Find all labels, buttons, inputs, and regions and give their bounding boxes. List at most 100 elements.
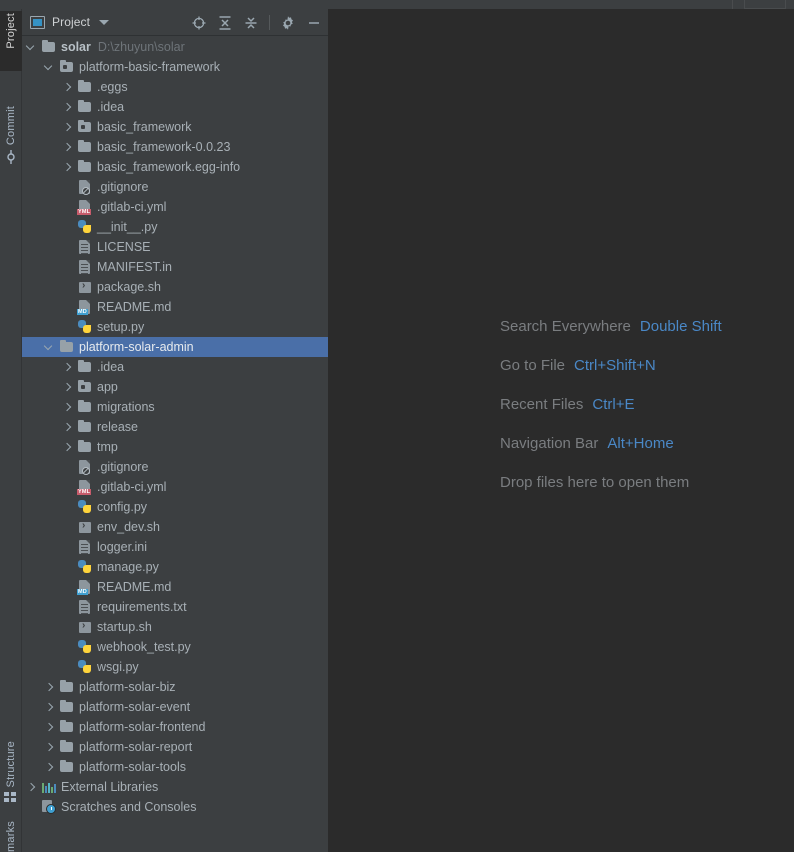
tree-row-label: requirements.txt: [97, 600, 187, 614]
chevron-right-icon[interactable]: [44, 702, 55, 713]
tree-row-label: release: [97, 420, 138, 434]
folder-module-icon: [59, 59, 75, 75]
shell-file-icon: [77, 519, 93, 535]
tree-row[interactable]: env_dev.sh: [22, 517, 328, 537]
yml-file-icon: YML: [77, 479, 93, 495]
tree-row[interactable]: startup.sh: [22, 617, 328, 637]
project-tree[interactable]: solar D:\zhuyun\solar platform-basic-frame…: [22, 36, 328, 852]
tree-row-label: README.md: [97, 300, 172, 314]
shortcut-hint-key[interactable]: Ctrl+E: [592, 396, 634, 413]
tree-row[interactable]: tmp: [22, 437, 328, 457]
sidebar-item-commit[interactable]: Commit: [0, 104, 22, 167]
chevron-right-icon[interactable]: [62, 102, 73, 113]
tree-row[interactable]: basic_framework.egg-info: [22, 157, 328, 177]
tree-row[interactable]: basic_framework-0.0.23: [22, 137, 328, 157]
tree-row[interactable]: package.sh: [22, 277, 328, 297]
commit-icon: [4, 150, 18, 165]
tree-row[interactable]: app: [22, 377, 328, 397]
tree-row[interactable]: YML .gitlab-ci.yml: [22, 477, 328, 497]
chevron-down-icon[interactable]: [99, 19, 110, 25]
tree-row[interactable]: External Libraries: [22, 777, 328, 797]
tree-row[interactable]: platform-solar-tools: [22, 757, 328, 777]
tree-row[interactable]: setup.py: [22, 317, 328, 337]
tree-row[interactable]: YML .gitlab-ci.yml: [22, 197, 328, 217]
tree-row[interactable]: logger.ini: [22, 537, 328, 557]
chevron-right-icon[interactable]: [44, 682, 55, 693]
folder-icon: [77, 99, 93, 115]
shortcut-hint: Drop files here to open them: [500, 463, 722, 502]
tree-row[interactable]: wsgi.py: [22, 657, 328, 677]
tree-row-label: platform-solar-biz: [79, 680, 176, 694]
project-tool-window: Project solar D:\zhuyun\solar platform-b…: [22, 9, 328, 852]
tree-row[interactable]: config.py: [22, 497, 328, 517]
sidebar-item-bookmarks[interactable]: Bookmarks: [0, 819, 22, 852]
shortcut-hint-key[interactable]: Alt+Home: [607, 435, 673, 452]
select-opened-file-icon[interactable]: [191, 15, 207, 31]
tree-row[interactable]: LICENSE: [22, 237, 328, 257]
window-minimize-control[interactable]: [732, 0, 742, 9]
chevron-right-icon[interactable]: [44, 722, 55, 733]
tree-row-label: External Libraries: [61, 780, 159, 794]
tree-row[interactable]: platform-basic-framework: [22, 57, 328, 77]
chevron-right-icon[interactable]: [62, 442, 73, 453]
tree-row[interactable]: requirements.txt: [22, 597, 328, 617]
tree-row[interactable]: platform-solar-frontend: [22, 717, 328, 737]
expand-all-icon[interactable]: [217, 15, 233, 31]
tree-row[interactable]: solar D:\zhuyun\solar: [22, 37, 328, 57]
tree-row[interactable]: platform-solar-event: [22, 697, 328, 717]
tree-row[interactable]: webhook_test.py: [22, 637, 328, 657]
chevron-right-icon[interactable]: [62, 382, 73, 393]
tree-row[interactable]: .gitignore: [22, 457, 328, 477]
python-file-icon: [77, 559, 93, 575]
folder-icon: [41, 39, 57, 55]
chevron-right-icon[interactable]: [44, 762, 55, 773]
tree-row[interactable]: .idea: [22, 357, 328, 377]
tree-row[interactable]: .idea: [22, 97, 328, 117]
tree-row[interactable]: .gitignore: [22, 177, 328, 197]
tree-row[interactable]: platform-solar-report: [22, 737, 328, 757]
chevron-right-icon[interactable]: [62, 122, 73, 133]
gitignore-file-icon: [77, 459, 93, 475]
chevron-right-icon[interactable]: [62, 82, 73, 93]
tree-row[interactable]: migrations: [22, 397, 328, 417]
tree-row[interactable]: Scratches and Consoles: [22, 797, 328, 817]
project-icon: [30, 15, 45, 29]
tree-row[interactable]: basic_framework: [22, 117, 328, 137]
tree-row-label: .idea: [97, 100, 125, 114]
tree-row[interactable]: MD README.md: [22, 577, 328, 597]
chevron-right-icon[interactable]: [62, 142, 73, 153]
tree-row[interactable]: MD README.md: [22, 297, 328, 317]
chevron-right-icon[interactable]: [44, 742, 55, 753]
editor-empty-area[interactable]: Search Everywhere Double Shift Go to File C…: [328, 9, 794, 852]
tree-row-selected[interactable]: platform-solar-admin: [22, 337, 328, 357]
project-icon: [4, 54, 18, 68]
settings-gear-icon[interactable]: [280, 15, 296, 31]
folder-module-icon: [77, 119, 93, 135]
hide-minimize-icon[interactable]: [306, 15, 322, 31]
chevron-right-icon[interactable]: [62, 402, 73, 413]
window-maximize-control[interactable]: [744, 0, 786, 9]
tree-row[interactable]: release: [22, 417, 328, 437]
chevron-down-icon[interactable]: [44, 342, 55, 353]
tree-row[interactable]: platform-solar-biz: [22, 677, 328, 697]
sidebar-item-project-label: Project: [5, 13, 17, 49]
chevron-right-icon[interactable]: [62, 422, 73, 433]
chevron-right-icon[interactable]: [62, 162, 73, 173]
chevron-down-icon[interactable]: [26, 42, 37, 53]
shortcut-hint-key[interactable]: Double Shift: [640, 318, 722, 335]
tree-row-label: platform-basic-framework: [79, 60, 221, 74]
sidebar-item-project[interactable]: Project: [0, 11, 22, 71]
tree-row[interactable]: __init__.py: [22, 217, 328, 237]
sidebar-item-structure[interactable]: Structure: [0, 739, 22, 809]
collapse-all-icon[interactable]: [243, 15, 259, 31]
shortcut-hint-key[interactable]: Ctrl+Shift+N: [574, 357, 656, 374]
tree-row[interactable]: MANIFEST.in: [22, 257, 328, 277]
chevron-down-icon[interactable]: [44, 62, 55, 73]
chevron-right-icon[interactable]: [62, 362, 73, 373]
chevron-right-icon[interactable]: [26, 782, 37, 793]
tree-row-label: tmp: [97, 440, 118, 454]
tree-row[interactable]: manage.py: [22, 557, 328, 577]
tree-row[interactable]: .eggs: [22, 77, 328, 97]
